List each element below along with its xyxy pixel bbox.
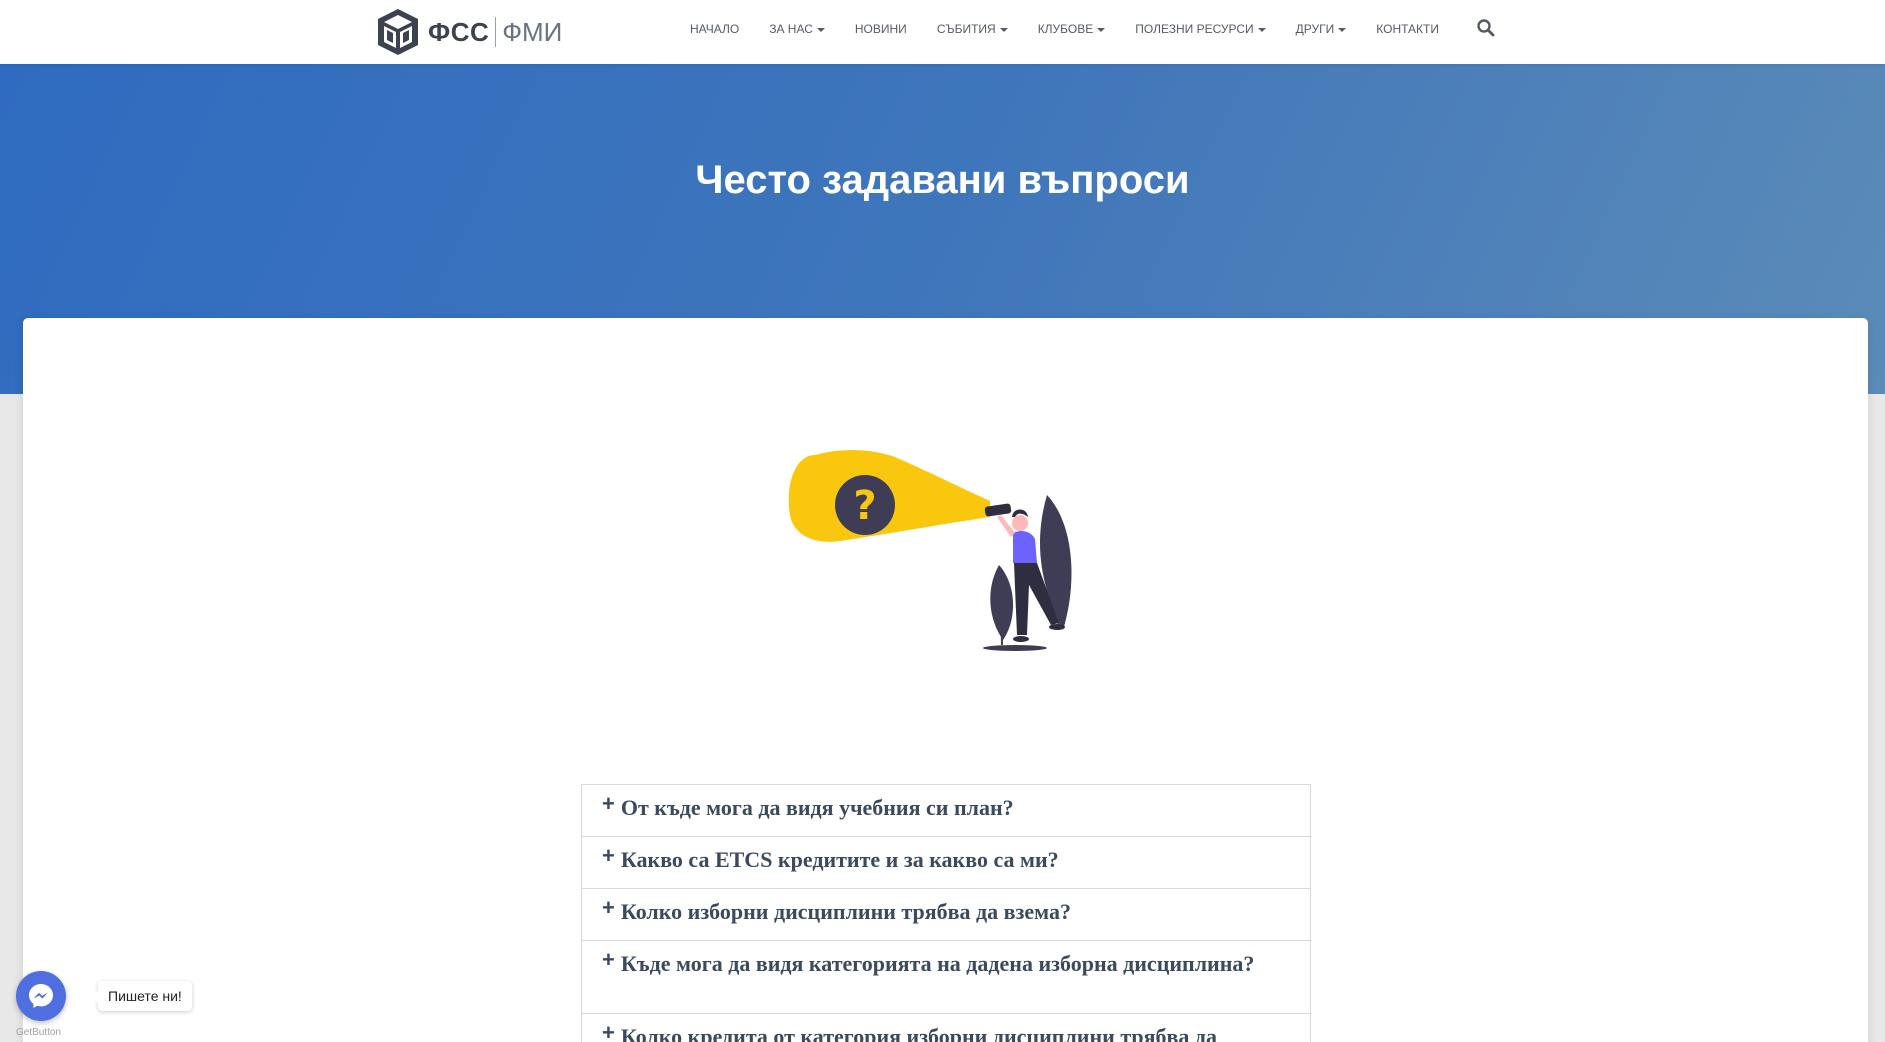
messenger-button[interactable] <box>16 971 66 1021</box>
caret-down-icon <box>1338 27 1347 32</box>
faq-item[interactable]: + Колко изборни дисциплини трябва да взем… <box>582 889 1310 941</box>
plus-icon: + <box>602 1020 615 1042</box>
caret-down-icon <box>1257 27 1266 32</box>
brand-name: ФСС <box>428 16 490 47</box>
plus-icon: + <box>602 791 615 816</box>
faq-question: Колко изборни дисциплини трябва да взема… <box>620 899 1071 924</box>
fss-logo-icon <box>378 9 418 55</box>
svg-text:?: ? <box>853 483 876 529</box>
page: ФСС ФМИ НАЧАЛО ЗА НАС НОВИНИ СЪБИТИЯ КЛУ… <box>0 0 1885 1042</box>
plus-icon: + <box>602 947 615 972</box>
faq-item[interactable]: + Къде мога да видя категорията на дадена… <box>582 941 1310 1014</box>
nav-label: НАЧАЛО <box>690 22 740 36</box>
brand-separator <box>495 17 497 47</box>
brand-faculty: ФМИ <box>502 16 563 47</box>
main-menu: НАЧАЛО ЗА НАС НОВИНИ СЪБИТИЯ КЛУБОВЕ ПОЛ… <box>690 0 1469 58</box>
nav-item-home[interactable]: НАЧАЛО <box>690 22 739 36</box>
caret-down-icon <box>816 27 825 32</box>
plus-icon: + <box>602 895 615 920</box>
faq-question: От къде мога да видя учебния си план? <box>620 795 1014 820</box>
nav-label: СЪБИТИЯ <box>936 22 996 36</box>
messenger-icon <box>29 984 53 1008</box>
getbutton-credit: GetButton <box>16 1027 62 1038</box>
chat-tooltip[interactable]: Пишете ни! <box>92 981 192 1011</box>
nav-item-others[interactable]: ДРУГИ <box>1296 22 1347 36</box>
nav-item-resources[interactable]: ПОЛЕЗНИ РЕСУРСИ <box>1135 22 1266 36</box>
faq-accordion: + От къде мога да видя учебния си план? +… <box>581 784 1311 1042</box>
nav-label: ДРУГИ <box>1295 22 1335 36</box>
caret-down-icon <box>1097 27 1106 32</box>
nav-label: НОВИНИ <box>854 22 907 36</box>
nav-item-clubs[interactable]: КЛУБОВЕ <box>1038 22 1106 36</box>
faq-question: Къде мога да видя категорията на дадена … <box>620 951 1255 976</box>
nav-item-events[interactable]: СЪБИТИЯ <box>937 22 1008 36</box>
nav-label: КОНТАКТИ <box>1376 22 1440 36</box>
nav-label: ПОЛЕЗНИ РЕСУРСИ <box>1135 22 1254 36</box>
search-icon[interactable] <box>1476 18 1496 38</box>
nav-item-news[interactable]: НОВИНИ <box>855 22 907 36</box>
plus-icon: + <box>602 843 615 868</box>
faq-item[interactable]: + Колко кредита от категория изборни дисц… <box>582 1014 1310 1042</box>
navbar: ФСС ФМИ НАЧАЛО ЗА НАС НОВИНИ СЪБИТИЯ КЛУ… <box>0 0 1885 64</box>
page-title: Често задавани въпроси <box>695 158 1190 202</box>
question-flashlight-illustration: ? <box>788 449 1072 651</box>
nav-item-about[interactable]: ЗА НАС <box>769 22 825 36</box>
nav-item-contacts[interactable]: КОНТАКТИ <box>1376 22 1439 36</box>
faq-question: Колко кредита от категория изборни дисци… <box>620 1024 1218 1042</box>
nav-label: КЛУБОВЕ <box>1037 22 1094 36</box>
caret-down-icon <box>999 27 1008 32</box>
faq-question: Какво са ETCS кредитите и за какво са ми… <box>620 847 1059 872</box>
brand-logo-link[interactable]: ФСС ФМИ <box>376 4 562 60</box>
faq-item[interactable]: + Какво са ETCS кредитите и за какво са м… <box>582 837 1310 889</box>
nav-label: ЗА НАС <box>769 22 813 36</box>
faq-item[interactable]: + От къде мога да видя учебния си план? <box>582 785 1310 837</box>
